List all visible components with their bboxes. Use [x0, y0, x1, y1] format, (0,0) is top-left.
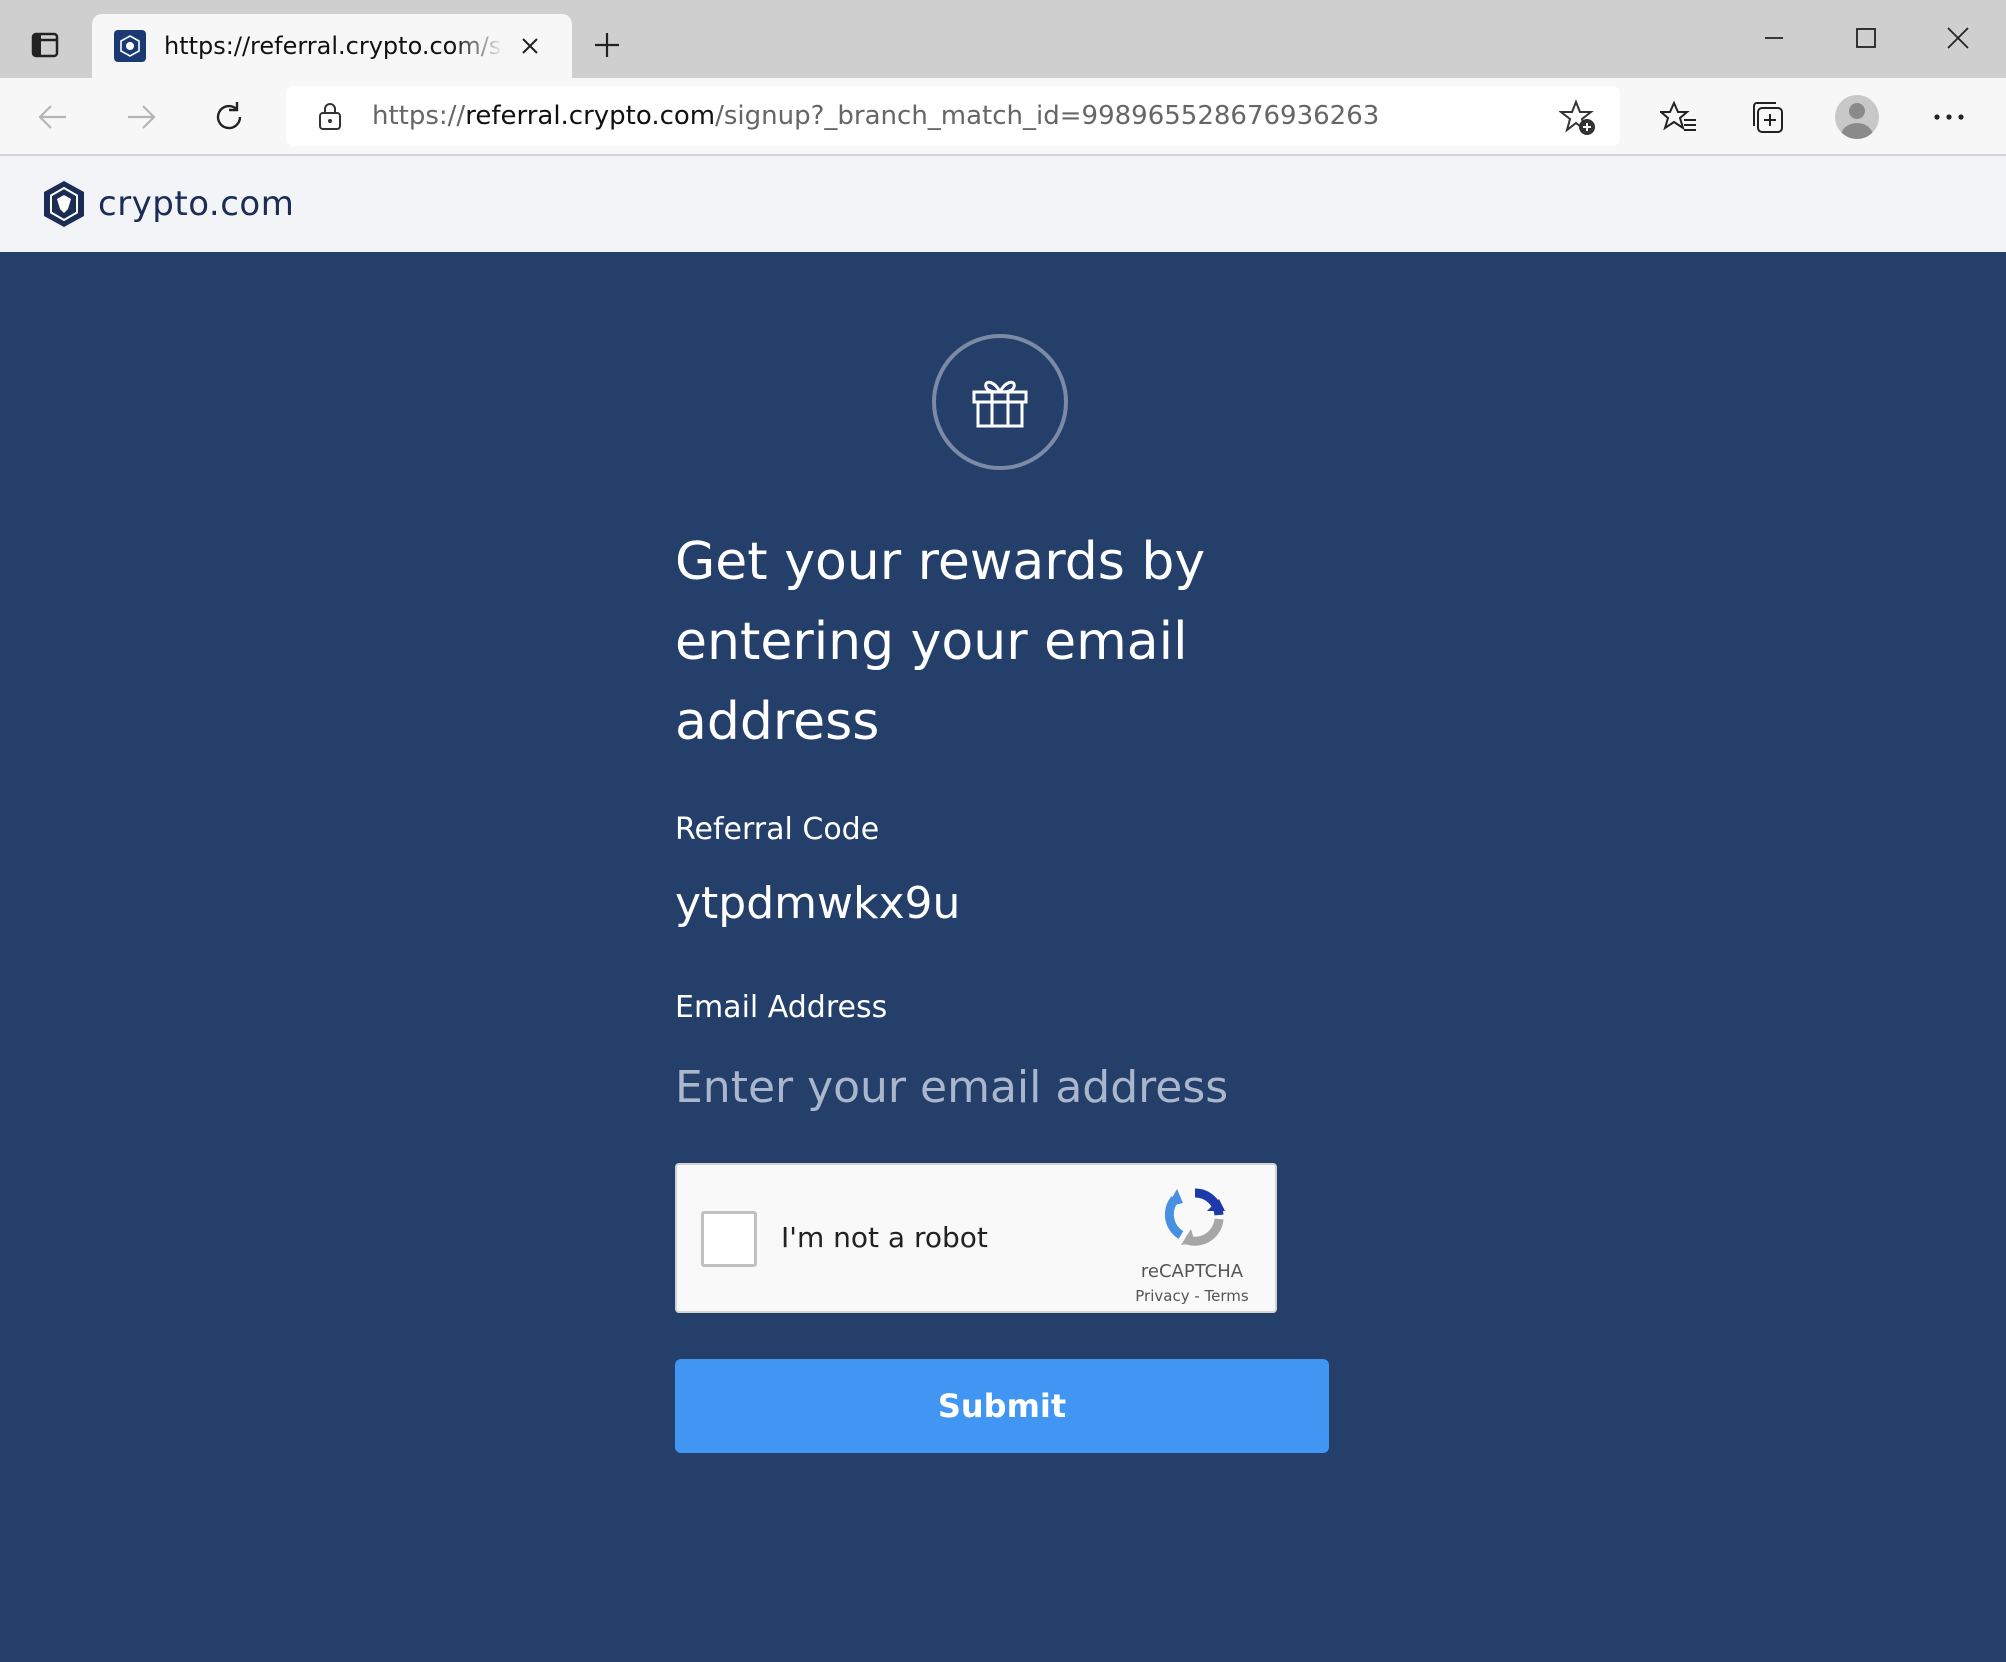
url-text[interactable]: https://referral.crypto.com/signup?_bran…	[372, 86, 1379, 146]
recaptcha-links: Privacy - Terms	[1107, 1287, 1277, 1305]
arrow-left-icon[interactable]	[26, 90, 80, 144]
maximize-icon[interactable]	[1826, 10, 1906, 66]
signup-panel: Get your rewards by entering your email …	[0, 252, 2006, 1662]
page-title: Get your rewards by entering your email …	[675, 532, 1206, 752]
referral-code-value: ytpdmwkx9u	[675, 878, 961, 929]
privacy-link[interactable]: Privacy	[1135, 1287, 1189, 1305]
crypto-logo-icon	[44, 181, 84, 227]
link-separator: -	[1189, 1287, 1205, 1305]
referral-code-label: Referral Code	[675, 812, 880, 847]
profile-avatar[interactable]	[1830, 90, 1884, 144]
recaptcha-widget: I'm not a robot reCAPTCHA Privacy - Term…	[675, 1163, 1277, 1313]
recaptcha-label: I'm not a robot	[781, 1221, 988, 1254]
plus-icon[interactable]	[584, 22, 630, 68]
more-icon[interactable]	[1922, 90, 1976, 144]
favorites-icon[interactable]	[1652, 90, 1706, 144]
collections-icon[interactable]	[1740, 90, 1794, 144]
browser-titlebar: https://referral.crypto.com/signup?_bran…	[0, 0, 2006, 78]
gift-badge	[932, 334, 1068, 470]
browser-toolbar: https://referral.crypto.com/signup?_bran…	[0, 78, 2006, 156]
terms-link[interactable]: Terms	[1205, 1287, 1249, 1305]
email-field[interactable]	[675, 1052, 1315, 1122]
arrow-right-icon[interactable]	[114, 90, 168, 144]
tab-title: https://referral.crypto.com/signup?_bran…	[164, 32, 504, 60]
star-add-icon[interactable]	[1558, 98, 1598, 138]
recaptcha-icon	[1164, 1188, 1225, 1246]
close-window-icon[interactable]	[1918, 10, 1998, 66]
lock-icon[interactable]	[314, 100, 346, 132]
email-label: Email Address	[675, 990, 888, 1025]
crypto-favicon-icon	[114, 30, 146, 62]
submit-button[interactable]: Submit	[675, 1359, 1329, 1453]
site-header: crypto.com	[0, 156, 2006, 252]
close-icon[interactable]	[512, 28, 548, 64]
logo-text: crypto.com	[98, 184, 295, 224]
browser-tab-active[interactable]: https://referral.crypto.com/signup?_bran…	[92, 14, 572, 78]
address-bar[interactable]: https://referral.crypto.com/signup?_bran…	[286, 86, 1620, 146]
crypto-logo[interactable]: crypto.com	[42, 178, 294, 230]
refresh-icon[interactable]	[202, 90, 256, 144]
url-prefix: https://	[372, 101, 466, 131]
recaptcha-brand: reCAPTCHA	[1140, 1261, 1244, 1282]
url-path: /signup?_branch_match_id=998965528676936…	[715, 101, 1380, 131]
gift-icon	[972, 380, 1028, 428]
minimize-icon[interactable]	[1734, 10, 1814, 66]
avatar	[1835, 95, 1879, 139]
url-host: referral.crypto.com	[465, 101, 716, 131]
recaptcha-checkbox[interactable]	[701, 1211, 757, 1267]
tab-actions-icon[interactable]	[22, 22, 68, 68]
